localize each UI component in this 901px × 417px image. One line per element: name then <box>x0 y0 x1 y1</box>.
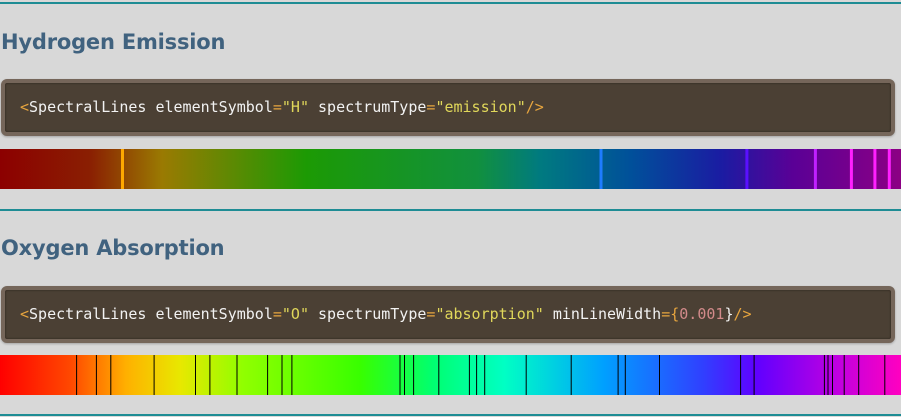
code-attr-name: elementSymbol <box>155 305 273 323</box>
absorption-line <box>659 355 660 395</box>
divider-top <box>0 2 901 4</box>
absorption-line <box>110 355 112 395</box>
absorption-line <box>468 355 470 395</box>
absorption-line <box>476 355 478 395</box>
section-title-hydrogen: Hydrogen Emission <box>1 30 226 54</box>
absorption-line <box>76 355 78 395</box>
absorption-line <box>832 355 833 395</box>
code-equals: = <box>272 98 282 116</box>
absorption-line <box>95 355 97 395</box>
absorption-line <box>525 355 527 395</box>
emission-line <box>599 149 603 189</box>
absorption-line <box>438 355 440 395</box>
absorption-line <box>823 355 825 395</box>
spectrum-hydrogen-emission <box>0 149 901 189</box>
absorption-line <box>291 355 293 395</box>
spectrum-svg <box>0 149 901 189</box>
absorption-line <box>413 355 415 395</box>
emission-line <box>873 149 877 189</box>
absorption-line <box>827 355 829 395</box>
code-attr-value: "O" <box>281 305 309 323</box>
absorption-line <box>484 355 486 395</box>
emission-line <box>745 149 749 189</box>
code-component-name: SpectralLines <box>29 305 147 323</box>
code-attr-name: minLineWidth <box>552 305 662 323</box>
absorption-line <box>404 355 405 395</box>
spectrum-oxygen-absorption <box>0 355 901 395</box>
code-tag-close: /> <box>525 98 544 116</box>
code-brace-open: ={ <box>661 305 680 323</box>
absorption-line <box>617 355 619 395</box>
divider-middle <box>0 209 901 211</box>
absorption-line <box>570 355 572 395</box>
code-attr-value: "absorption" <box>435 305 544 323</box>
emission-line <box>849 149 853 189</box>
code-component-name: SpectralLines <box>29 98 147 116</box>
absorption-line <box>740 355 742 395</box>
section-title-oxygen: Oxygen Absorption <box>1 236 225 260</box>
emission-spectrum-band <box>0 149 901 189</box>
divider-bottom <box>0 414 901 416</box>
code-attr-name: elementSymbol <box>155 98 273 116</box>
absorption-line <box>209 355 211 395</box>
absorption-line <box>195 355 196 395</box>
absorption-line <box>281 355 283 395</box>
code-equals: = <box>272 305 282 323</box>
code-tag-close: /> <box>733 305 752 323</box>
code-tag-open: < <box>20 98 30 116</box>
code-block-hydrogen: <SpectralLines elementSymbol="H" spectru… <box>1 79 895 136</box>
code-tag-open: < <box>20 305 30 323</box>
absorption-line <box>153 355 155 395</box>
absorption-line <box>236 355 238 395</box>
code-attr-value: "emission" <box>435 98 526 116</box>
spectrum-svg <box>0 355 901 395</box>
code-attr-number: 0.001 <box>679 305 725 323</box>
absorption-line <box>399 355 401 395</box>
emission-line <box>813 149 817 189</box>
code-attr-value: "H" <box>281 98 309 116</box>
absorption-line <box>858 355 860 395</box>
absorption-line <box>753 355 755 395</box>
absorption-line <box>843 355 845 395</box>
emission-line <box>121 149 124 189</box>
absorption-line <box>624 355 626 395</box>
absorption-line <box>884 355 886 395</box>
code-attr-name: spectrumType <box>318 98 427 116</box>
code-attr-name: spectrumType <box>318 305 427 323</box>
code-block-oxygen: <SpectralLines elementSymbol="O" spectru… <box>1 286 895 343</box>
emission-line <box>887 149 891 189</box>
absorption-line <box>267 355 269 395</box>
absorption-spectrum-band <box>0 355 901 395</box>
